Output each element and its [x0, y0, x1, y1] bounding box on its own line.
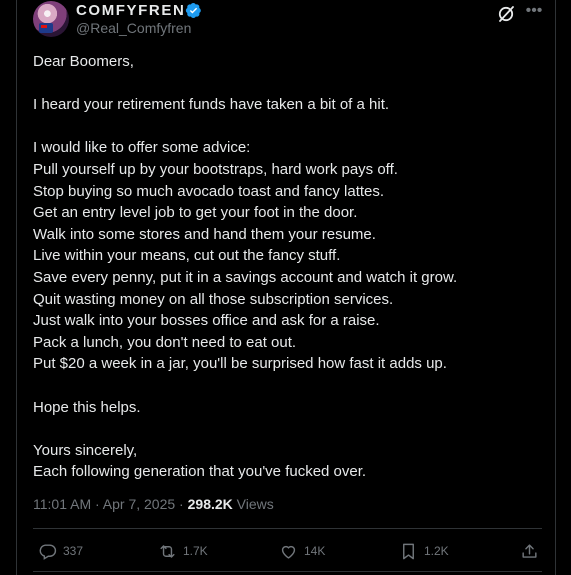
- repost-count: 1.7K: [183, 544, 208, 558]
- divider: [33, 528, 542, 529]
- post-meta: 11:01 AM · Apr 7, 2025 · 298.2K Views: [33, 496, 274, 512]
- reply-button[interactable]: 337: [38, 541, 83, 561]
- post-text: Dear Boomers, I heard your retirement fu…: [33, 53, 458, 481]
- avatar[interactable]: [33, 1, 69, 37]
- reply-icon: [39, 543, 57, 560]
- repost-button[interactable]: 1.7K: [158, 541, 208, 561]
- views-count: 298.2K: [187, 496, 233, 512]
- bookmark-button[interactable]: 1.2K: [399, 541, 449, 561]
- grok-icon[interactable]: [496, 4, 516, 24]
- repost-icon: [160, 544, 175, 558]
- avatar-flag: [39, 23, 53, 33]
- bookmark-icon: [403, 543, 414, 559]
- like-count: 14K: [304, 544, 326, 558]
- post-timestamp[interactable]: 11:01 AM · Apr 7, 2025: [33, 496, 175, 512]
- bookmark-count: 1.2K: [424, 544, 449, 558]
- timeline-border-right: [555, 0, 556, 575]
- share-button[interactable]: [520, 541, 545, 561]
- share-icon: [522, 543, 537, 558]
- timeline-border-left: [16, 0, 17, 575]
- views-label: Views: [236, 496, 274, 512]
- divider: [33, 571, 542, 572]
- more-icon[interactable]: •••: [524, 2, 544, 22]
- author-display-name[interactable]: COMFYFREN: [76, 2, 185, 19]
- like-button[interactable]: 14K: [279, 541, 325, 561]
- verified-badge-icon[interactable]: [185, 2, 202, 19]
- author-handle[interactable]: @Real_Comfyfren: [76, 20, 191, 36]
- like-icon: [281, 545, 296, 559]
- reply-count: 337: [63, 544, 84, 558]
- meta-separator: ·: [175, 496, 188, 512]
